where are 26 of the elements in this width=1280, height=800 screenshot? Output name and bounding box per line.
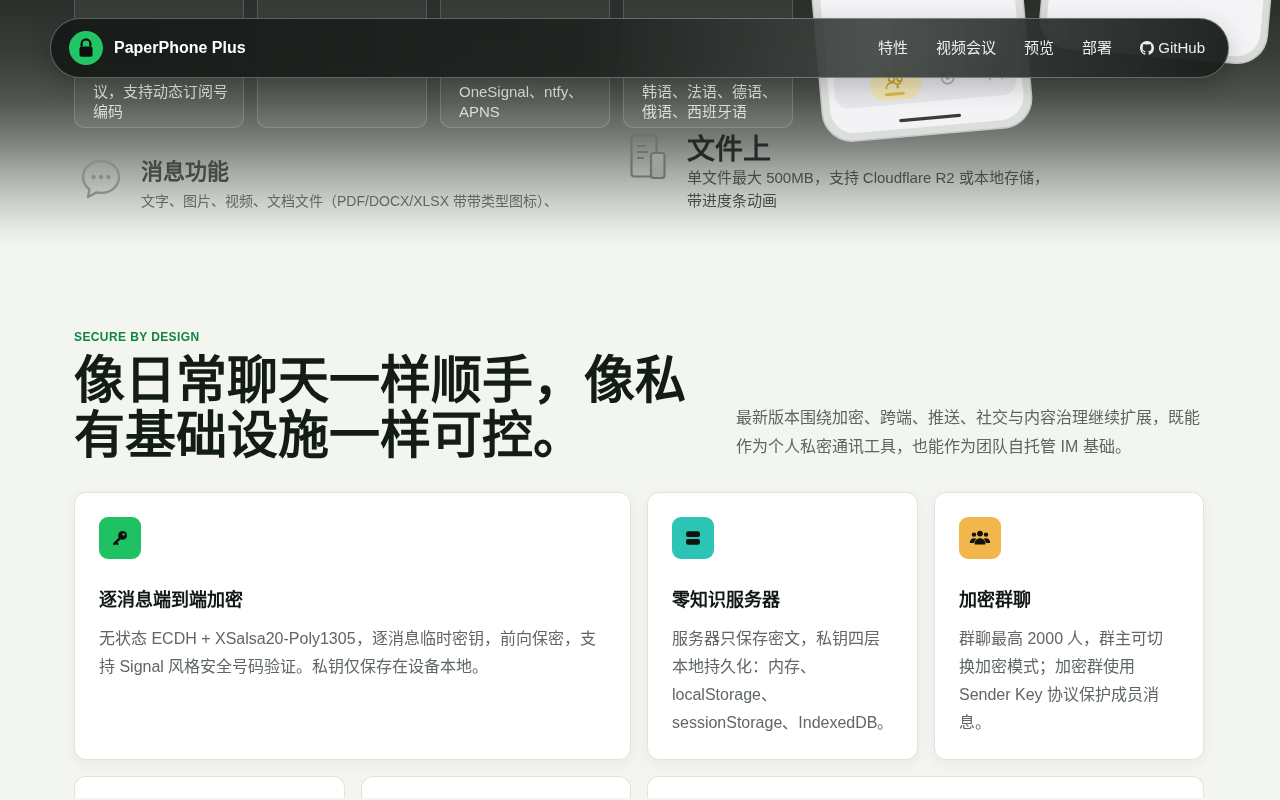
feature-heading: 消息功能 [141,158,230,186]
chat-bubble-icon [80,158,122,200]
brand-link[interactable]: PaperPhone Plus [69,31,246,65]
feature-description: 文字、图片、视频、文档文件（PDF/DOCX/XLSX 带带类型图标）、 [141,192,558,211]
nav-link[interactable]: 预览 [1024,38,1055,58]
card-title: 加密群聊 [959,589,1032,611]
section-heading: 像日常聊天一样顺手，像私有基础设施一样可控。 [74,353,687,463]
card-text: 韩语、法语、德语、俄语、西班牙语 [642,82,778,122]
card-description: 无状态 ECDH + XSalsa20-Poly1305，逐消息临时密钥，前向保密，支持 Signal 风格安全号码验证。私钥仅保存在设备本地。 [99,629,597,677]
section-description: 最新版本围绕加密、跨端、推送、社交与内容治理继续扩展，既能作为个人私密通讯工具，也能作为团队自托管 IM 基础。 [736,408,1201,457]
nav-link[interactable]: 视频会议 [936,38,997,58]
github-icon [1140,41,1155,55]
nav-link[interactable]: 特性 [878,38,909,58]
card-description: 服务器只保存密文，私钥四层本地持久化：内存、localStorage、sessionStorage、IndexedDB。 [672,629,895,733]
feature-heading: 文件上 [687,134,772,166]
card-title: 逐消息端到端加密 [99,589,244,611]
nav-link[interactable]: 部署 [1082,38,1113,58]
card-description: 群聊最高 2000 人，群主可切换加密模式；加密群使用 Sender Key 协议保护成员消息。 [959,629,1165,733]
feature-description: 单文件最大 500MB，支持 Cloudflare R2 或本地存储，带进度条动画 [687,168,1050,211]
lock-icon [69,31,103,65]
github-link[interactable]: GitHub [1140,38,1205,58]
card-title: 零知识服务器 [672,589,781,611]
section-eyebrow: SECURE BY DESIGN [74,329,201,345]
card-text: 议，支持动态订阅号编码 [93,82,229,122]
devices-icon [630,134,666,180]
card-text: OneSignal、ntfy、APNS [459,82,585,122]
